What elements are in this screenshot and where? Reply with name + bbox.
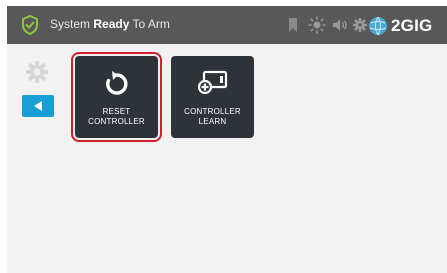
controller-learn-icon (171, 69, 254, 99)
globe-icon (369, 16, 387, 36)
back-button[interactable] (22, 95, 54, 117)
shield-check-icon (22, 15, 38, 35)
reset-icon (75, 69, 158, 99)
reset-controller-label: RESET CONTROLLER (75, 107, 158, 127)
gear-icon[interactable] (352, 16, 368, 34)
tile-label-line: LEARN (198, 117, 227, 126)
status-prefix: System (50, 17, 91, 31)
tile-label-line: RESET (102, 107, 131, 116)
bookmark-icon[interactable] (287, 16, 299, 34)
brand-name: 2GIG (391, 16, 433, 35)
status-state: Ready (93, 17, 130, 31)
tile-label-line: CONTROLLER (184, 107, 241, 116)
reset-controller-button[interactable]: RESET CONTROLLER (71, 52, 162, 142)
status-bar: System Ready To Arm 2GIG (7, 6, 447, 44)
panel-screen: System Ready To Arm 2GIG RESET CONTROLLE… (7, 6, 447, 273)
tile-label-line: CONTROLLER (88, 117, 145, 126)
status-suffix: To Arm (132, 17, 170, 31)
back-arrow-icon (34, 101, 42, 111)
controller-learn-button[interactable]: CONTROLLER LEARN (171, 56, 254, 138)
brightness-icon[interactable] (308, 16, 326, 34)
controller-learn-label: CONTROLLER LEARN (171, 107, 254, 127)
volume-icon[interactable] (331, 16, 349, 34)
system-status-text: System Ready To Arm (50, 17, 170, 31)
settings-gear-icon[interactable] (25, 60, 49, 84)
